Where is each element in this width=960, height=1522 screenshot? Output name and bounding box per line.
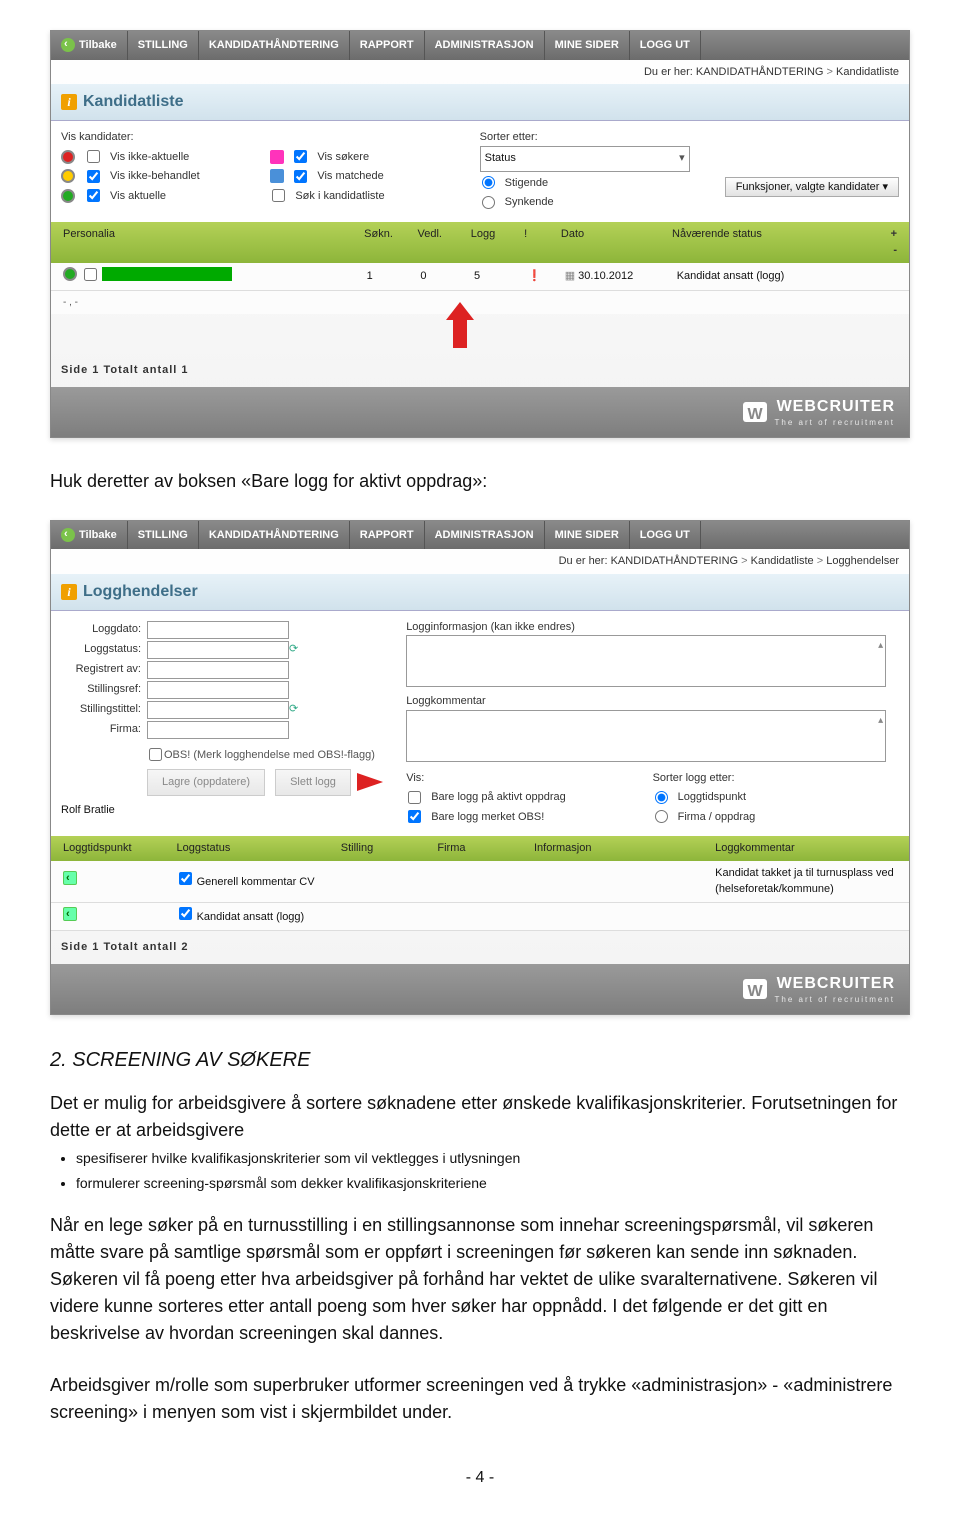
chk-ikke-aktuelle[interactable] bbox=[87, 150, 100, 163]
nav-tilbake-2[interactable]: Tilbake bbox=[51, 521, 128, 550]
breadcrumb-link-2b[interactable]: Kandidatliste bbox=[751, 555, 814, 567]
panel-title-2: i Logghendelser bbox=[51, 574, 909, 611]
textarea-loggkommentar[interactable] bbox=[406, 710, 886, 762]
bullet-2: formulerer screening-spørsmål som dekker… bbox=[76, 1173, 910, 1194]
nav-logg-ut-2[interactable]: LOGG UT bbox=[630, 521, 701, 550]
select-sort-status[interactable]: Status bbox=[480, 146, 690, 172]
screenshot-kandidatliste: Tilbake STILLING KANDIDATHÅNDTERING RAPP… bbox=[50, 30, 910, 438]
nav-stilling[interactable]: STILLING bbox=[128, 31, 199, 60]
body-paragraph-2: Når en lege søker på en turnusstilling i… bbox=[50, 1212, 910, 1347]
redacted-name bbox=[102, 267, 232, 281]
panel-title: i Kandidatliste bbox=[51, 84, 909, 121]
body-paragraph-3: Arbeidsgiver m/rolle som superbruker utf… bbox=[50, 1372, 910, 1426]
row-status-dot bbox=[63, 267, 77, 281]
body-paragraph-1: Det er mulig for arbeidsgivere å sortere… bbox=[50, 1090, 910, 1144]
nav-kandidathandtering[interactable]: KANDIDATHÅNDTERING bbox=[199, 31, 350, 60]
input-stillingstittel[interactable] bbox=[147, 701, 289, 719]
breadcrumb-link-2a[interactable]: KANDIDATHÅNDTERING bbox=[611, 555, 739, 567]
page-number: - 4 - bbox=[50, 1466, 910, 1490]
section-heading: 2. SCREENING AV SØKERE bbox=[50, 1045, 910, 1075]
label-loggkommentar: Loggkommentar bbox=[406, 693, 899, 710]
red-arrow-annotation bbox=[446, 306, 474, 348]
chk-bare-aktivt[interactable] bbox=[408, 791, 421, 804]
top-nav: Tilbake STILLING KANDIDATHÅNDTERING RAPP… bbox=[51, 31, 909, 60]
back-icon bbox=[61, 38, 75, 52]
alert-icon: ❗ bbox=[522, 268, 559, 285]
username-label: Rolf Bratlie bbox=[61, 802, 115, 819]
table-header-2: Loggtidspunkt Loggstatus Stilling Firma … bbox=[51, 836, 909, 861]
status-dot-red bbox=[61, 150, 75, 164]
nav-tilbake[interactable]: Tilbake bbox=[51, 31, 128, 60]
pagination-text: Side 1 Totalt antall 1 bbox=[51, 354, 909, 387]
instruction-text-1: Huk deretter av boksen «Bare logg for ak… bbox=[50, 468, 910, 495]
person-icon bbox=[270, 150, 284, 164]
label-vis-kandidater: Vis kandidater: bbox=[61, 129, 240, 146]
btn-slett[interactable]: Slett logg bbox=[275, 769, 351, 796]
screenshot-logghendelser: Tilbake STILLING KANDIDATHÅNDTERING RAPP… bbox=[50, 520, 910, 1015]
refresh-icon[interactable]: ⟳ bbox=[289, 641, 298, 658]
nav-administrasjon[interactable]: ADMINISTRASJON bbox=[425, 31, 545, 60]
radio-synkende[interactable] bbox=[482, 196, 495, 209]
brand-bar: WEBCRUITERThe art of recruitment bbox=[51, 387, 909, 437]
match-icon bbox=[270, 169, 284, 183]
nav-stilling-2[interactable]: STILLING bbox=[128, 521, 199, 550]
nav-kandidathandtering-2[interactable]: KANDIDATHÅNDTERING bbox=[199, 521, 350, 550]
brand-bar-2: WEBCRUITERThe art of recruitment bbox=[51, 964, 909, 1014]
radio-loggtidspunkt[interactable] bbox=[655, 791, 668, 804]
input-registrert[interactable] bbox=[147, 661, 289, 679]
breadcrumb-link-1[interactable]: KANDIDATHÅNDTERING bbox=[696, 66, 824, 78]
btn-funksjoner[interactable]: Funksjoner, valgte kandidater ▾ bbox=[725, 177, 899, 197]
chk-matchede[interactable] bbox=[294, 170, 307, 183]
bullet-list: spesifiserer hvilke kvalifikasjonskriter… bbox=[76, 1148, 910, 1194]
row-icon bbox=[63, 907, 77, 921]
table-row[interactable]: 1 0 5 ❗ ▦ 30.10.2012 Kandidat ansatt (lo… bbox=[51, 263, 909, 292]
radio-stigende[interactable] bbox=[482, 176, 495, 189]
table-row-2a[interactable]: Generell kommentar CV Kandidat takket ja… bbox=[51, 861, 909, 903]
red-arrow-annotation-2 bbox=[357, 773, 383, 791]
breadcrumb-current-2: Logghendelser bbox=[826, 555, 899, 567]
info-icon: i bbox=[61, 94, 77, 110]
nav-rapport[interactable]: RAPPORT bbox=[350, 31, 425, 60]
row-checkbox[interactable] bbox=[84, 268, 97, 281]
refresh-icon-2[interactable]: ⟳ bbox=[289, 701, 298, 718]
textarea-logginfo[interactable] bbox=[406, 635, 886, 687]
table-row-2b[interactable]: Kandidat ansatt (logg) bbox=[51, 903, 909, 932]
input-loggdato[interactable] bbox=[147, 621, 289, 639]
row-chk-2[interactable] bbox=[179, 907, 192, 920]
breadcrumb-2: Du er her: KANDIDATHÅNDTERING > Kandidat… bbox=[51, 549, 909, 574]
nav-mine-sider-2[interactable]: MINE SIDER bbox=[545, 521, 630, 550]
webcruiter-logo-icon bbox=[743, 979, 767, 999]
input-stillingsref[interactable] bbox=[147, 681, 289, 699]
radio-firma-oppdrag[interactable] bbox=[655, 810, 668, 823]
chk-sokere[interactable] bbox=[294, 150, 307, 163]
nav-mine-sider[interactable]: MINE SIDER bbox=[545, 31, 630, 60]
input-firma[interactable] bbox=[147, 721, 289, 739]
btn-lagre[interactable]: Lagre (oppdatere) bbox=[147, 769, 265, 796]
chk-obs[interactable] bbox=[149, 748, 162, 761]
chk-sok-i-liste[interactable] bbox=[272, 189, 285, 202]
calendar-icon: ▦ bbox=[565, 270, 575, 282]
breadcrumb-current: Kandidatliste bbox=[836, 66, 899, 78]
table-header: Personalia Søkn. Vedl. Logg ! Dato Nåvær… bbox=[51, 222, 909, 263]
status-dot-green bbox=[61, 189, 75, 203]
breadcrumb: Du er her: KANDIDATHÅNDTERING > Kandidat… bbox=[51, 60, 909, 85]
row-chk-1[interactable] bbox=[179, 872, 192, 885]
pagination-text-2: Side 1 Totalt antall 2 bbox=[51, 931, 909, 964]
label-sorter-etter: Sorter etter: bbox=[480, 129, 690, 146]
back-icon bbox=[61, 528, 75, 542]
nav-logg-ut[interactable]: LOGG UT bbox=[630, 31, 701, 60]
webcruiter-logo-icon bbox=[743, 402, 767, 422]
top-nav-2: Tilbake STILLING KANDIDATHÅNDTERING RAPP… bbox=[51, 521, 909, 550]
nav-administrasjon-2[interactable]: ADMINISTRASJON bbox=[425, 521, 545, 550]
chk-ikke-behandlet[interactable] bbox=[87, 170, 100, 183]
label-logginfo: Logginformasjon (kan ikke endres) bbox=[406, 619, 899, 636]
chk-aktuelle[interactable] bbox=[87, 189, 100, 202]
input-loggstatus[interactable] bbox=[147, 641, 289, 659]
nav-rapport-2[interactable]: RAPPORT bbox=[350, 521, 425, 550]
row-icon bbox=[63, 871, 77, 885]
chk-bare-obs[interactable] bbox=[408, 810, 421, 823]
status-dot-yellow bbox=[61, 169, 75, 183]
bullet-1: spesifiserer hvilke kvalifikasjonskriter… bbox=[76, 1148, 910, 1169]
info-icon: i bbox=[61, 584, 77, 600]
